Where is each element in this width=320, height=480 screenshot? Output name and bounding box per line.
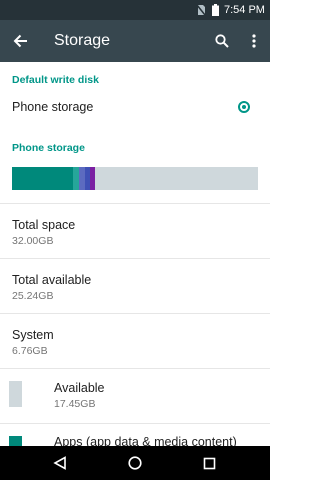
apps-color-swatch — [9, 436, 22, 446]
system-value: 6.76GB — [12, 345, 48, 357]
total-space-title: Total space — [12, 218, 76, 232]
app-bar: Storage — [0, 20, 270, 62]
status-time: 7:54 PM — [224, 4, 265, 16]
back-triangle-icon[interactable] — [40, 446, 80, 480]
apps-title: Apps (app data & media content) — [54, 435, 237, 446]
phone-storage-option-label: Phone storage — [12, 100, 94, 114]
search-icon[interactable] — [210, 20, 234, 62]
default-write-disk-header: Default write disk — [12, 74, 99, 86]
battery-icon — [212, 0, 219, 20]
status-bar: 7:54 PM — [0, 0, 270, 20]
no-sim-icon — [196, 0, 206, 20]
total-available-row[interactable]: Total available 25.24GB — [0, 259, 270, 313]
total-available-value: 25.24GB — [12, 290, 54, 302]
navigation-bar — [0, 446, 270, 480]
home-circle-icon[interactable] — [115, 446, 155, 480]
total-space-row[interactable]: Total space 32.00GB — [0, 204, 270, 258]
phone-storage-option[interactable]: Phone storage — [0, 92, 270, 122]
phone-storage-header: Phone storage — [12, 142, 85, 154]
storage-settings-list: Default write disk Phone storage Phone s… — [0, 62, 270, 446]
back-arrow-icon[interactable] — [8, 20, 34, 62]
system-row[interactable]: System 6.76GB — [0, 314, 270, 368]
available-color-swatch — [9, 381, 22, 407]
available-legend-row[interactable]: Available 17.45GB — [0, 369, 270, 423]
total-space-value: 32.00GB — [12, 235, 54, 247]
storage-usage-bar — [12, 167, 258, 190]
recents-square-icon[interactable] — [189, 446, 229, 480]
system-title: System — [12, 328, 54, 342]
usage-segment-apps — [12, 167, 73, 190]
available-value: 17.45GB — [54, 398, 96, 410]
overflow-menu-icon[interactable] — [244, 20, 264, 62]
phone-storage-radio[interactable] — [238, 101, 250, 113]
page-title: Storage — [54, 32, 111, 49]
apps-legend-row[interactable]: Apps (app data & media content) — [0, 424, 270, 446]
available-title: Available — [54, 381, 105, 395]
total-available-title: Total available — [12, 273, 92, 287]
usage-segment-segment-5 — [90, 167, 95, 190]
radio-selected-dot — [242, 105, 246, 109]
